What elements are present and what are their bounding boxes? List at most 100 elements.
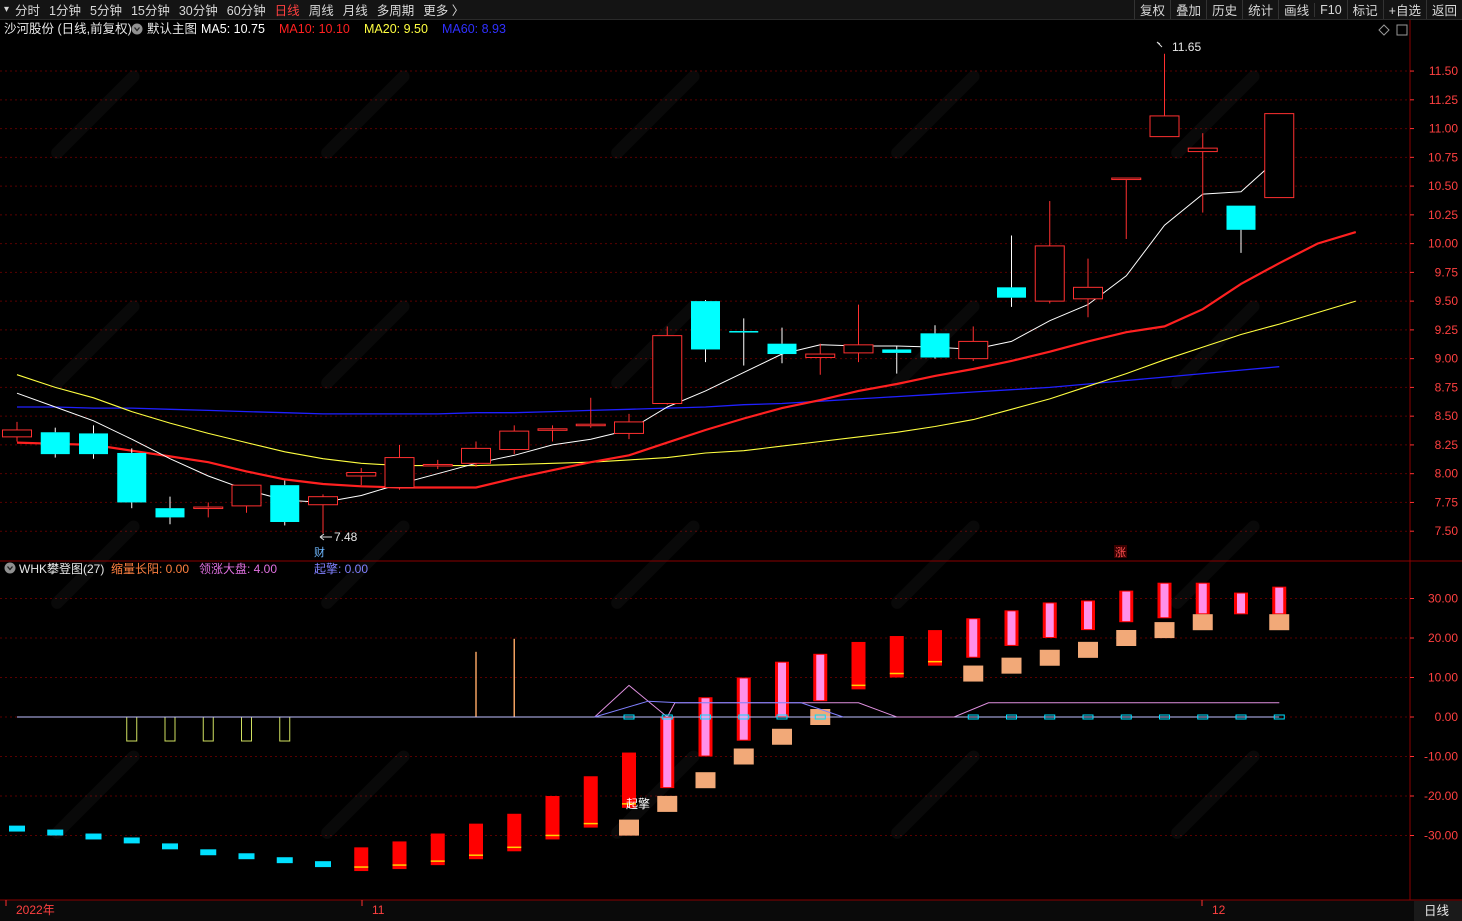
price-axis: 11.50 11.25 11.00 10.75 10.50 10.25 10.00 9.75 9…: [1410, 64, 1458, 538]
sub-legend-item: 缩量长阳: 0.00: [111, 561, 189, 576]
candle-body: [1073, 286, 1103, 300]
watermark-mark: [49, 748, 142, 841]
price-tick-label: 10.50: [1428, 179, 1458, 193]
watermark-mark: [889, 518, 982, 611]
staircase-step: [1195, 582, 1210, 615]
indicator-settings-icon[interactable]: [131, 23, 143, 35]
candle-body: [767, 343, 797, 355]
staircase-step: [162, 843, 178, 850]
candle-body: [614, 421, 644, 434]
staircase-cyan-step: [238, 853, 255, 860]
stock-title: 沙河股份 (日线,前复权): [4, 21, 132, 36]
candle-body: [79, 433, 108, 455]
watermark-mark: [1169, 68, 1262, 161]
watermark-mark: [1169, 748, 1262, 841]
candle-body: [346, 472, 377, 477]
staircase-step: [354, 847, 369, 872]
staircase-red-step: [851, 641, 866, 690]
staircase-pink-step: [663, 718, 672, 788]
price-tick-label: 8.75: [1435, 380, 1459, 394]
sub-legend-item: 领涨大盘: 4.00: [199, 561, 277, 576]
staircase-step: [966, 618, 981, 658]
candle-body: [805, 353, 836, 358]
high-label: 11.65: [1172, 40, 1201, 54]
staircase-step: [1081, 600, 1095, 631]
candle: [843, 304, 874, 363]
time-axis-label: 11: [372, 903, 385, 917]
staircase-step: [315, 861, 331, 868]
watermark-mark: [319, 748, 412, 841]
staircase-pink-step: [1160, 583, 1169, 618]
candle: [40, 427, 70, 458]
tan-block: [1078, 641, 1098, 658]
price-tick-label: 10.00: [1428, 237, 1458, 251]
panel-box-icon[interactable]: [1396, 24, 1408, 36]
value-tick-label: -20.00: [1424, 789, 1458, 803]
staircase-pink-step: [816, 654, 825, 701]
low-label: 7.48: [334, 530, 358, 544]
candle-body: [1149, 115, 1180, 138]
sub-indicator-settings-icon[interactable]: [4, 562, 16, 574]
diamond-icon[interactable]: [1378, 24, 1390, 36]
price-tick-label: 9.25: [1435, 323, 1459, 337]
candle-body: [499, 430, 530, 451]
staircase-red-step: [583, 776, 598, 828]
watermark-mark: [1169, 298, 1262, 391]
staircase-step: [469, 823, 483, 860]
candle-body: [231, 484, 262, 507]
tan-block: [695, 772, 716, 789]
sub-lines: [17, 684, 1285, 720]
price-tick-label: 11.50: [1429, 64, 1458, 78]
candle-body: [2, 429, 32, 438]
candle-body: [882, 349, 912, 353]
candle: [346, 467, 377, 486]
watermark-mark: [1169, 518, 1262, 611]
staircase-step: [1004, 610, 1019, 646]
tan-block: [1192, 614, 1213, 631]
value-tick-label: 0.00: [1435, 710, 1459, 724]
candle: [117, 448, 147, 509]
candle-body: [1111, 177, 1142, 181]
value-tick-label: -30.00: [1424, 829, 1458, 843]
staircase-pink-step: [701, 698, 710, 756]
ma-legend-item: MA20: 9.50: [364, 22, 428, 36]
candle: [1149, 53, 1180, 138]
marker-cai[interactable]: 财: [314, 545, 325, 559]
price-tick-label: 9.00: [1435, 352, 1459, 366]
candle: [614, 413, 644, 440]
candle-body: [958, 340, 989, 360]
price-tick-label: 7.50: [1435, 524, 1459, 538]
candle-body: [384, 457, 415, 488]
staircase-red-step: [469, 823, 483, 860]
staircase-pink-step: [1275, 587, 1284, 614]
tan-block: [1269, 614, 1290, 631]
staircase-red-step: [928, 630, 942, 666]
staircase-step: [736, 677, 751, 741]
value-tick-label: 30.00: [1428, 592, 1458, 606]
staircase-step: [200, 849, 217, 856]
candle-body: [729, 331, 759, 333]
candle: [155, 496, 185, 525]
candle: [231, 484, 262, 513]
staircase-pink-step: [1007, 611, 1016, 645]
staircase-step: [507, 813, 522, 852]
period-label: 日线: [1424, 904, 1450, 918]
staircase-pink-step: [1237, 593, 1245, 614]
ma-legend-item: MA5: 10.75: [201, 22, 265, 36]
marker-zhang[interactable]: 涨: [1115, 546, 1126, 559]
staircase-cyan-step: [85, 833, 102, 840]
staircase-cyan-step: [315, 861, 331, 868]
price-tick-label: 10.75: [1428, 150, 1458, 164]
tan-block: [772, 728, 792, 745]
chart-canvas: 沙河股份 (日线,前复权) 默认主图 MA5: 10.75 MA10: 10.10…: [0, 20, 1462, 921]
staircase-step: [430, 833, 445, 866]
staircase-cyan-step: [200, 849, 217, 856]
staircase-red-step: [507, 813, 522, 852]
staircase-cyan-step: [123, 837, 140, 844]
staircase-step: [889, 636, 904, 678]
staircase-cyan-step: [162, 843, 178, 850]
candle-body: [997, 287, 1026, 298]
time-axis-label: 12: [1212, 903, 1226, 917]
candle-body: [193, 506, 224, 510]
candle: [1034, 201, 1065, 304]
